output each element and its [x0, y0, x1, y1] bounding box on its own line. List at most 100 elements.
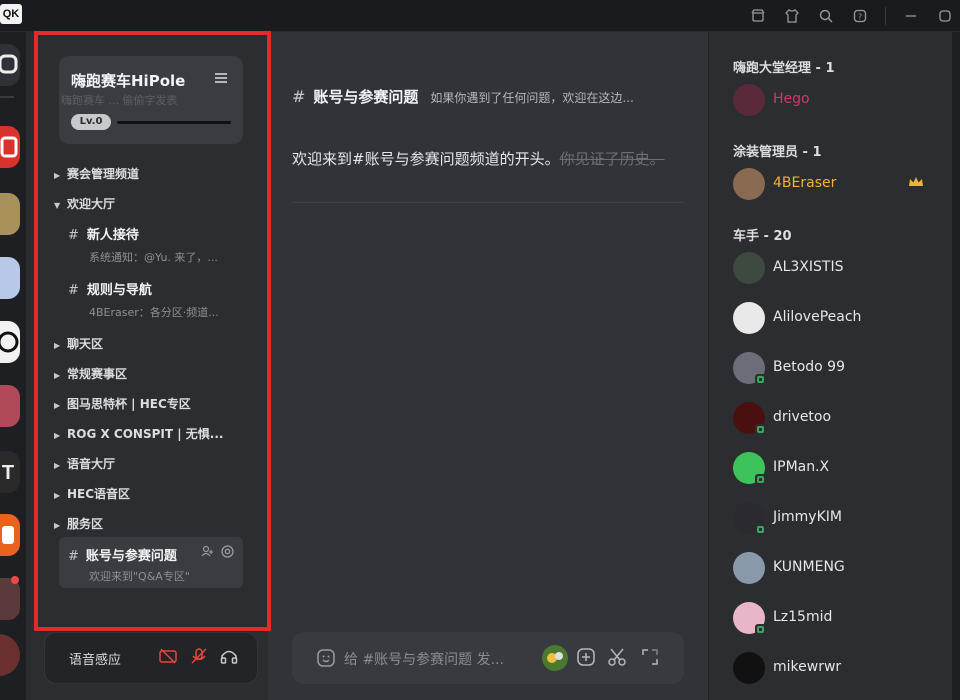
- server-icon-photo[interactable]: [0, 578, 20, 620]
- avatar: [733, 302, 765, 334]
- svg-text:?: ?: [858, 13, 862, 22]
- category-label: 赛会管理频道: [67, 167, 140, 181]
- member-name: JimmyKIM: [773, 509, 842, 525]
- server-header-card[interactable]: 嗨跑赛车HiPole 嗨跑赛车 ... 偷偷字发表 Lv.0: [59, 56, 243, 144]
- server-icon-character[interactable]: [0, 385, 20, 427]
- member-name: KUNMENG: [773, 559, 845, 575]
- server-icon-gold[interactable]: [0, 193, 20, 235]
- member-item[interactable]: JimmyKIM: [733, 502, 933, 535]
- member-item[interactable]: KUNMENG: [733, 552, 933, 584]
- category-admin[interactable]: ▶ 赛会管理频道: [54, 165, 139, 182]
- channel-title: 账号与参赛问题: [313, 88, 419, 106]
- member-item[interactable]: 4BEraser: [733, 168, 933, 200]
- channel-account-issues-active[interactable]: # 账号与参赛问题 欢迎来到"Q&A专区": [59, 537, 243, 588]
- user-avatar[interactable]: [0, 634, 20, 676]
- member-name: AlilovePeach: [773, 309, 862, 325]
- message-composer[interactable]: 给 #账号与参赛问题 发...: [292, 632, 684, 684]
- scissors-icon[interactable]: [607, 647, 627, 671]
- category-hec-voice[interactable]: ▶ HEC语音区: [54, 485, 130, 502]
- add-icon[interactable]: [576, 647, 596, 671]
- category-voice-hall[interactable]: ▶ 语音大厅: [54, 455, 115, 472]
- caret-right-icon: ▶: [54, 461, 61, 470]
- mobile-status-icon: [755, 374, 766, 385]
- member-item[interactable]: Lz15mid: [733, 602, 933, 635]
- channel-rules[interactable]: # 规则与导航 4BEraser：各分区·频道...: [68, 279, 238, 320]
- caret-right-icon: ▶: [54, 521, 61, 530]
- member-name: mikewrwr: [773, 659, 842, 675]
- minimize-icon[interactable]: [900, 6, 922, 26]
- channel-preview: 欢迎来到"Q&A专区": [89, 570, 190, 583]
- server-icon-orange[interactable]: [0, 514, 20, 556]
- channel-topic[interactable]: 如果你遇到了任何问题，欢迎在这边...: [430, 91, 633, 105]
- scrollbar[interactable]: [952, 32, 960, 700]
- member-item[interactable]: IPMan.X: [733, 452, 933, 485]
- category-label: 常规赛事区: [67, 367, 128, 381]
- expand-icon[interactable]: [640, 647, 660, 671]
- member-item[interactable]: AlilovePeach: [733, 302, 933, 334]
- server-name: 嗨跑赛车HiPole: [71, 72, 186, 90]
- avatar: [733, 652, 765, 684]
- level-progress-bar: [117, 121, 231, 124]
- member-item[interactable]: AL3XISTIS: [733, 252, 933, 284]
- mic-muted-icon[interactable]: [190, 647, 208, 669]
- add-member-icon[interactable]: [201, 545, 213, 560]
- server-icon-red[interactable]: [0, 126, 20, 168]
- caret-right-icon: ▶: [54, 431, 61, 440]
- bot-sticker-icon[interactable]: [542, 645, 568, 671]
- server-icon-circle[interactable]: [0, 321, 20, 363]
- thread-hash-icon: #: [68, 549, 79, 564]
- category-regular-events[interactable]: ▶ 常规赛事区: [54, 365, 127, 382]
- server-icon-anime[interactable]: [0, 257, 20, 299]
- help-icon[interactable]: ?: [849, 6, 871, 26]
- search-icon[interactable]: [815, 6, 837, 26]
- level-badge: Lv.0: [71, 114, 111, 130]
- store-icon[interactable]: [747, 6, 769, 26]
- welcome-history-text: 你见证了历史。: [559, 150, 665, 168]
- member-item[interactable]: mikewrwr: [733, 652, 933, 684]
- category-thrustmaster-hec[interactable]: ▶ 图马思特杯 | HEC专区: [54, 395, 191, 412]
- caret-down-icon: ▼: [54, 201, 61, 210]
- crown-icon: [908, 176, 924, 191]
- emoji-icon[interactable]: [316, 648, 336, 672]
- headphones-icon[interactable]: [220, 647, 238, 669]
- mobile-status-icon: [755, 524, 766, 535]
- category-welcome[interactable]: ▼ 欢迎大厅: [54, 195, 115, 212]
- category-service[interactable]: ▶ 服务区: [54, 515, 103, 532]
- maximize-icon[interactable]: [934, 6, 956, 26]
- member-item[interactable]: drivetoo: [733, 402, 933, 435]
- avatar: [733, 252, 765, 284]
- channel-newcomers[interactable]: # 新人接待 系统通知：@Yu. 来了，...: [68, 224, 238, 265]
- voice-activity-label[interactable]: 语音感应: [69, 649, 121, 668]
- category-rog-conspit[interactable]: ▶ ROG X CONSPIT | 无惧...: [54, 425, 223, 442]
- title-bar: QK ?: [0, 0, 960, 32]
- hash-icon: #: [68, 228, 79, 243]
- menu-icon[interactable]: [215, 70, 227, 88]
- category-label: 欢迎大厅: [67, 197, 116, 211]
- member-name: drivetoo: [773, 409, 832, 425]
- shirt-icon[interactable]: [781, 6, 803, 26]
- category-chat[interactable]: ▶ 聊天区: [54, 335, 103, 352]
- voice-controls: 语音感应: [44, 632, 258, 684]
- message-input[interactable]: 给 #账号与参赛问题 发...: [344, 649, 504, 669]
- rail-divider: [0, 96, 14, 98]
- member-item[interactable]: Betodo 99: [733, 352, 933, 385]
- settings-icon[interactable]: [221, 545, 234, 561]
- category-label: 聊天区: [67, 337, 104, 351]
- mobile-status-icon: [755, 474, 766, 485]
- notification-dot: [11, 576, 19, 584]
- channel-name: 规则与导航: [86, 283, 152, 298]
- member-name: AL3XISTIS: [773, 259, 844, 275]
- video-off-icon[interactable]: [159, 647, 177, 669]
- member-name: IPMan.X: [773, 459, 830, 475]
- category-label: 语音大厅: [67, 457, 116, 471]
- member-name: 4BEraser: [773, 175, 837, 191]
- server-banner-text: 嗨跑赛车 ... 偷偷字发表: [61, 94, 178, 107]
- app-logo: QK: [0, 4, 22, 24]
- caret-right-icon: ▶: [54, 401, 61, 410]
- server-icon-t[interactable]: T: [0, 451, 20, 493]
- direct-messages-icon[interactable]: [0, 44, 20, 86]
- member-group-title: 涂装管理员 - 1: [733, 145, 822, 160]
- member-item[interactable]: Hego: [733, 84, 933, 116]
- category-label: ROG X CONSPIT | 无惧...: [67, 427, 224, 441]
- hash-icon: #: [68, 283, 79, 298]
